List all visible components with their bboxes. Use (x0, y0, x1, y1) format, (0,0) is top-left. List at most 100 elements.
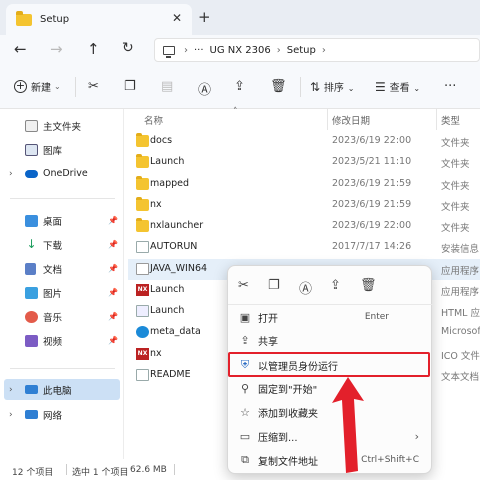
pin-icon: 📌 (108, 264, 118, 273)
file-name: README (150, 369, 191, 380)
sidebar-item-this-pc[interactable]: › 此电脑 (4, 379, 120, 400)
cut-icon[interactable]: ✂ (238, 278, 249, 293)
view-button[interactable]: ☰ 查看 ⌄ (375, 79, 420, 94)
close-icon[interactable]: ✕ (172, 11, 182, 25)
gallery-icon (25, 143, 38, 156)
sidebar-item-music[interactable]: 音乐 📌 (0, 306, 124, 327)
shortcut-text: Enter (364, 312, 389, 322)
network-icon (25, 410, 38, 419)
new-button[interactable]: + 新建 ⌄ (14, 79, 61, 94)
share-icon[interactable]: ⇪ (234, 79, 245, 94)
file-row[interactable]: docs 2023/6/19 22:00 文件夹 (128, 131, 480, 152)
more-crumbs-button[interactable]: ··· (194, 45, 204, 56)
home-icon (25, 119, 38, 132)
copy-icon[interactable]: ❐ (268, 278, 280, 293)
divider (228, 304, 433, 305)
navigation-pane: 主文件夹 图库 › OneDrive 桌面 📌 ↓ 下载 📌 文档 📌 图片 📌… (0, 109, 124, 459)
file-name: docs (150, 135, 173, 146)
file-name: Launch (150, 305, 185, 316)
plus-icon: + (14, 79, 27, 93)
breadcrumb-ugnx[interactable]: UG NX 2306 (210, 45, 271, 56)
more-options-icon[interactable]: ··· (444, 79, 456, 94)
sidebar-item-network[interactable]: › 网络 (0, 404, 124, 425)
pin-icon: 📌 (108, 216, 118, 225)
file-name: mapped (150, 178, 190, 189)
address-bar[interactable]: › ··· UG NX 2306 › Setup › (154, 38, 480, 62)
delete-icon[interactable]: 🗑 (360, 278, 377, 293)
column-headers: 名称 ˄ 修改日期 类型 (128, 107, 480, 130)
folder-icon (136, 197, 149, 211)
rename-icon[interactable]: Ⓐ (299, 278, 312, 297)
delete-icon[interactable]: 🗑 (270, 79, 287, 94)
application-icon (136, 263, 149, 275)
column-header-name[interactable]: 名称 (144, 113, 163, 127)
menu-item-share[interactable]: ⇪ 共享 (232, 329, 429, 351)
copy-icon[interactable]: ❐ (124, 79, 136, 94)
divider[interactable] (327, 109, 328, 130)
column-header-type[interactable]: 类型 (441, 113, 460, 127)
sidebar-item-desktop[interactable]: 桌面 📌 (0, 210, 124, 231)
file-type: 应用程序 (441, 266, 480, 277)
file-row[interactable]: AUTORUN 2017/7/17 14:26 安装信息 (128, 237, 480, 258)
tab-setup[interactable]: Setup ✕ (6, 4, 192, 35)
sort-button[interactable]: ⇅ 排序 ⌄ (310, 79, 354, 94)
menu-item-label: 压缩到... (258, 432, 298, 444)
sidebar-item-label: 图库 (43, 145, 63, 157)
divider[interactable] (436, 109, 437, 130)
sidebar-item-label: 主文件夹 (43, 121, 82, 133)
sidebar-item-home[interactable]: 主文件夹 (0, 115, 124, 136)
cut-icon[interactable]: ✂ (88, 79, 99, 94)
divider (75, 77, 76, 97)
pin-icon: ⚲ (240, 381, 250, 395)
file-name: nx (150, 348, 162, 359)
folder-icon (136, 218, 149, 232)
chevron-right-icon[interactable]: › (9, 169, 13, 179)
navigation-bar: ← → ↑ ↻ › ··· UG NX 2306 › Setup › (0, 35, 480, 65)
pin-icon: 📌 (108, 336, 118, 345)
back-arrow-icon[interactable]: ← (14, 40, 27, 58)
chevron-right-icon[interactable]: › (9, 410, 13, 420)
tab-strip: Setup ✕ + (0, 0, 480, 35)
menu-item-label: 共享 (258, 336, 278, 348)
new-tab-button[interactable]: + (198, 8, 211, 26)
paste-icon[interactable]: ▤ (161, 79, 173, 94)
nx-icon-file-icon: NX (136, 348, 149, 360)
forward-arrow-icon[interactable]: → (50, 40, 63, 58)
chevron-right-icon: › (184, 44, 188, 56)
rename-icon[interactable]: Ⓐ (198, 79, 211, 98)
file-row[interactable]: nxlauncher 2023/6/19 22:00 文件夹 (128, 216, 480, 237)
menu-item-label: 添加到收藏夹 (258, 408, 318, 420)
archive-icon: ▭ (239, 429, 251, 443)
file-type: 文件夹 (441, 223, 470, 234)
video-icon (25, 334, 38, 347)
sidebar-item-onedrive[interactable]: › OneDrive (0, 163, 124, 184)
sidebar-item-gallery[interactable]: 图库 (0, 139, 124, 160)
divider (174, 464, 175, 475)
breadcrumb-setup[interactable]: Setup (287, 45, 316, 56)
file-date: 2023/6/19 22:00 (332, 135, 412, 146)
menu-item-open[interactable]: ▣ 打开 Enter (232, 306, 429, 328)
file-row[interactable]: mapped 2023/6/19 21:59 文件夹 (128, 174, 480, 195)
sidebar-item-videos[interactable]: 视频 📌 (0, 330, 124, 351)
sort-label: 排序 (323, 83, 344, 94)
setup-info-icon (136, 241, 149, 253)
refresh-icon[interactable]: ↻ (122, 40, 134, 56)
sidebar-item-documents[interactable]: 文档 📌 (0, 258, 124, 279)
up-arrow-icon[interactable]: ↑ (87, 40, 100, 58)
chevron-right-icon: › (276, 44, 281, 56)
file-row[interactable]: nx 2023/6/19 21:59 文件夹 (128, 195, 480, 216)
divider (66, 464, 67, 475)
nx-app-icon: NX (136, 284, 149, 296)
chevron-right-icon: › (321, 44, 326, 56)
file-row[interactable]: Launch 2023/5/21 11:10 文件夹 (128, 152, 480, 173)
column-header-date[interactable]: 修改日期 (332, 113, 370, 127)
file-name: AUTORUN (150, 241, 198, 252)
selected-size: 62.6 MB (130, 465, 167, 475)
sidebar-item-pictures[interactable]: 图片 📌 (0, 282, 124, 303)
file-date: 2023/6/19 21:59 (332, 178, 412, 189)
chevron-right-icon[interactable]: › (9, 385, 13, 395)
menu-item-label: 复制文件地址 (258, 456, 318, 468)
folder-icon (136, 176, 149, 190)
share-icon[interactable]: ⇪ (330, 278, 341, 293)
sidebar-item-downloads[interactable]: ↓ 下载 📌 (0, 234, 124, 255)
